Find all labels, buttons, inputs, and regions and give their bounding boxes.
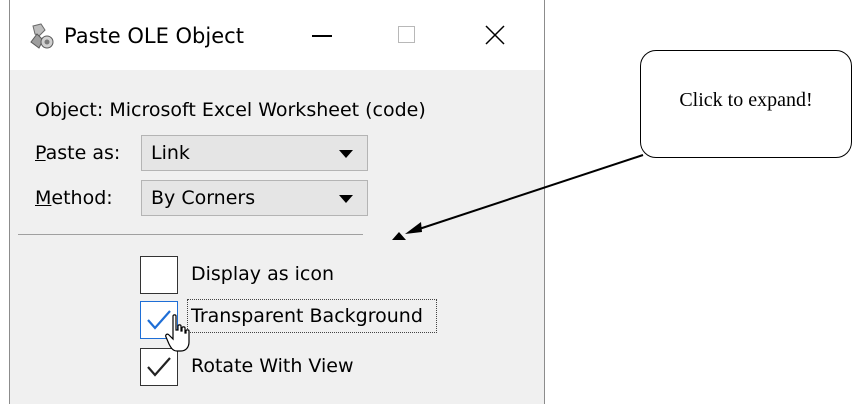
callout-box: Click to expand!	[640, 50, 852, 158]
callout-text: Click to expand!	[679, 89, 813, 111]
